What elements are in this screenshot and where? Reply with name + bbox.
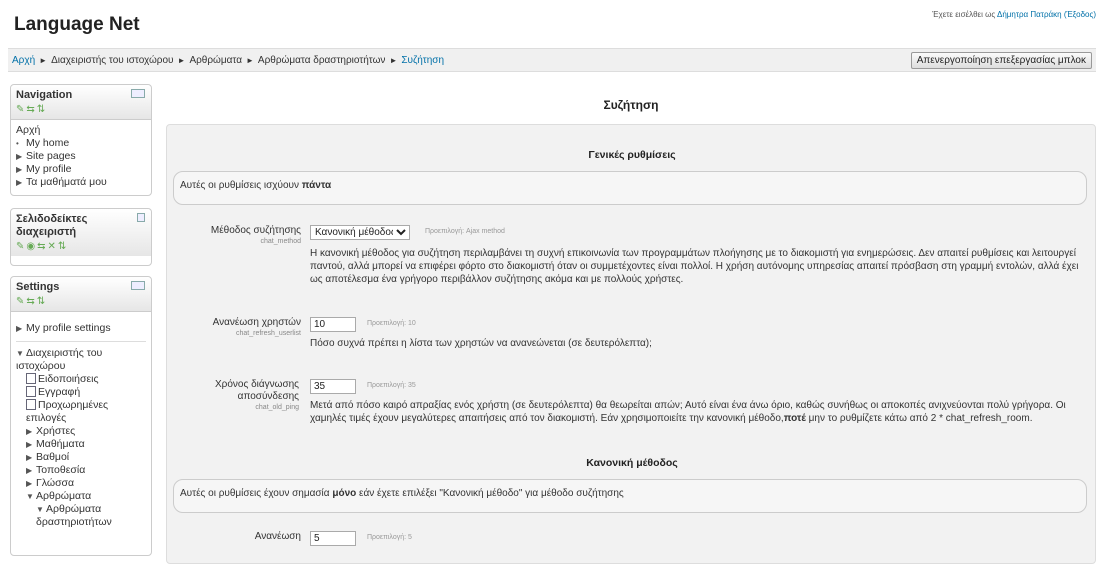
- settings-advanced[interactable]: Προχωρημένες επιλογές: [26, 399, 136, 425]
- default-value: Προεπιλογή: 10: [367, 320, 416, 327]
- settings-users[interactable]: ▶ Χρήστες: [26, 425, 146, 438]
- default-value: Προεπιλογή: 5: [367, 534, 412, 541]
- expand-arrow-icon: ▶: [26, 453, 33, 462]
- page-icon: [26, 399, 36, 410]
- page-icon: [26, 386, 36, 397]
- expand-arrow-icon: ▶: [26, 479, 33, 488]
- login-prefix: Έχετε εισέλθει ως: [932, 10, 996, 19]
- page-title: Συζήτηση: [603, 98, 659, 112]
- old-ping-input[interactable]: [310, 379, 356, 394]
- page-icon: [26, 373, 36, 384]
- collapse-arrow-icon: ▼: [16, 349, 24, 358]
- block-title: Navigation: [16, 89, 73, 101]
- block-title: Settings: [16, 281, 60, 293]
- expand-arrow-icon: ▶: [16, 178, 23, 187]
- block-actions-icon[interactable]: ✎⇆⇅: [16, 104, 146, 115]
- general-settings-info: Αυτές οι ρυθμίσεις ισχύουν πάντα: [173, 171, 1087, 205]
- setting-description: Πόσο συχνά πρέπει η λίστα των χρηστών να…: [310, 338, 652, 349]
- block-header: Settings ✎⇆⇅: [11, 277, 151, 312]
- nav-site-pages[interactable]: ▶ Site pages: [16, 150, 146, 163]
- breadcrumb-separator: ►: [389, 56, 398, 65]
- breadcrumb-separator: ►: [246, 56, 254, 65]
- settings-my-profile[interactable]: ▶ My profile settings: [16, 316, 146, 342]
- blocks-editing-off-button[interactable]: Απενεργοποίηση επεξεργασίας μπλοκ: [910, 52, 1092, 69]
- settings-registration[interactable]: Εγγραφή: [26, 386, 146, 399]
- nav-my-courses[interactable]: ▶ Τα μαθήματά μου: [16, 176, 146, 189]
- nav-my-profile[interactable]: ▶ My profile: [16, 163, 146, 176]
- breadcrumb-separator: ►: [39, 56, 48, 65]
- expand-arrow-icon: ▶: [16, 324, 23, 333]
- setting-description: Η κανονική μέθοδος για συζήτηση περιλαμβ…: [310, 248, 1079, 285]
- breadcrumb-activity-modules[interactable]: Αρθρώματα δραστηριοτήτων: [258, 55, 386, 66]
- expand-arrow-icon: ▶: [26, 440, 33, 449]
- block-header: Σελιδοδείκτες διαχειριστή ✎◉⇆✕⇅: [11, 209, 151, 256]
- setting-label: Ανανέωση χρηστών chat_refresh_userlist: [212, 317, 301, 337]
- logout-link[interactable]: (Έξοδος): [1064, 10, 1096, 19]
- navbar: Αρχή ► Διαχειριστής του ιστοχώρου ► Αρθρώματ…: [8, 48, 1096, 72]
- login-info: Έχετε εισέλθει ως Δήμητρα Πατράκη (Έξοδο…: [932, 10, 1096, 19]
- settings-notifications[interactable]: Ειδοποιήσεις: [26, 373, 146, 386]
- collapse-arrow-icon: ▼: [36, 505, 44, 514]
- setting-description: Μετά από πόσο καιρό απραξίας ενός χρήστη…: [310, 400, 1066, 424]
- breadcrumb: Αρχή ► Διαχειριστής του ιστοχώρου ► Αρθρώματ…: [12, 55, 444, 66]
- settings-grades[interactable]: ▶ Βαθμοί: [26, 451, 146, 464]
- settings-block: Settings ✎⇆⇅ ▶ My profile settings ▼ Διαχε…: [10, 276, 152, 556]
- normal-method-info: Αυτές οι ρυθμίσεις έχουν σημασία μόνο εά…: [173, 479, 1087, 513]
- admin-bookmarks-block: Σελιδοδείκτες διαχειριστή ✎◉⇆✕⇅: [10, 208, 152, 266]
- setting-label: Μέθοδος συζήτησης chat_method: [210, 225, 301, 245]
- breadcrumb-chat[interactable]: Συζήτηση: [401, 55, 444, 66]
- block-title: Σελιδοδείκτες διαχειριστή: [16, 213, 88, 238]
- settings-language[interactable]: ▶ Γλώσσα: [26, 477, 146, 490]
- settings-courses[interactable]: ▶ Μαθήματα: [26, 438, 146, 451]
- settings-plugins[interactable]: ▼ Αρθρώματα: [26, 490, 146, 503]
- breadcrumb-home[interactable]: Αρχή: [12, 55, 35, 66]
- nav-home[interactable]: Αρχή: [16, 124, 146, 137]
- expand-arrow-icon: ▶: [16, 165, 23, 174]
- settings-location[interactable]: ▶ Τοποθεσία: [26, 464, 146, 477]
- refresh-userlist-input[interactable]: [310, 317, 356, 332]
- setting-label: Χρόνος διάγνωσης αποσύνδεσης chat_old_pin…: [214, 379, 299, 411]
- normal-method-heading: Κανονική μέθοδος: [586, 457, 678, 469]
- bullet-icon: •: [16, 139, 19, 148]
- collapse-arrow-icon: ▼: [26, 492, 34, 501]
- dock-icon[interactable]: [131, 89, 145, 98]
- navigation-block: Navigation ✎⇆⇅ Αρχή • My home ▶ Site pages…: [10, 84, 152, 196]
- block-header: Navigation ✎⇆⇅: [11, 85, 151, 120]
- expand-arrow-icon: ▶: [26, 427, 33, 436]
- dock-icon[interactable]: [131, 281, 145, 290]
- breadcrumb-separator: ►: [177, 56, 186, 65]
- dock-icon[interactable]: [137, 213, 145, 222]
- nav-my-home[interactable]: • My home: [16, 137, 146, 150]
- settings-site-admin[interactable]: ▼ Διαχειριστής του ιστοχώρου: [16, 342, 146, 373]
- block-actions-icon[interactable]: ✎◉⇆✕⇅: [16, 241, 146, 252]
- block-actions-icon[interactable]: ✎⇆⇅: [16, 296, 146, 307]
- settings-activity-modules[interactable]: ▼ Αρθρώματα δραστηριοτήτων: [26, 503, 146, 529]
- breadcrumb-site-admin[interactable]: Διαχειριστής του ιστοχώρου: [51, 55, 173, 66]
- default-value: Προεπιλογή: 35: [367, 382, 416, 389]
- expand-arrow-icon: ▶: [16, 152, 23, 161]
- site-title: Language Net: [14, 14, 140, 35]
- user-link[interactable]: Δήμητρα Πατράκη: [997, 10, 1062, 19]
- setting-label: Ανανέωση: [254, 531, 301, 542]
- expand-arrow-icon: ▶: [26, 466, 33, 475]
- settings-form: Γενικές ρυθμίσεις Αυτές οι ρυθμίσεις ισχ…: [166, 124, 1096, 564]
- breadcrumb-plugins[interactable]: Αρθρώματα: [189, 55, 242, 66]
- general-settings-heading: Γενικές ρυθμίσεις: [588, 149, 676, 161]
- default-value: Προεπιλογή: Ajax method: [425, 228, 505, 235]
- chat-method-select[interactable]: Κανονική μέθοδος: [310, 225, 410, 240]
